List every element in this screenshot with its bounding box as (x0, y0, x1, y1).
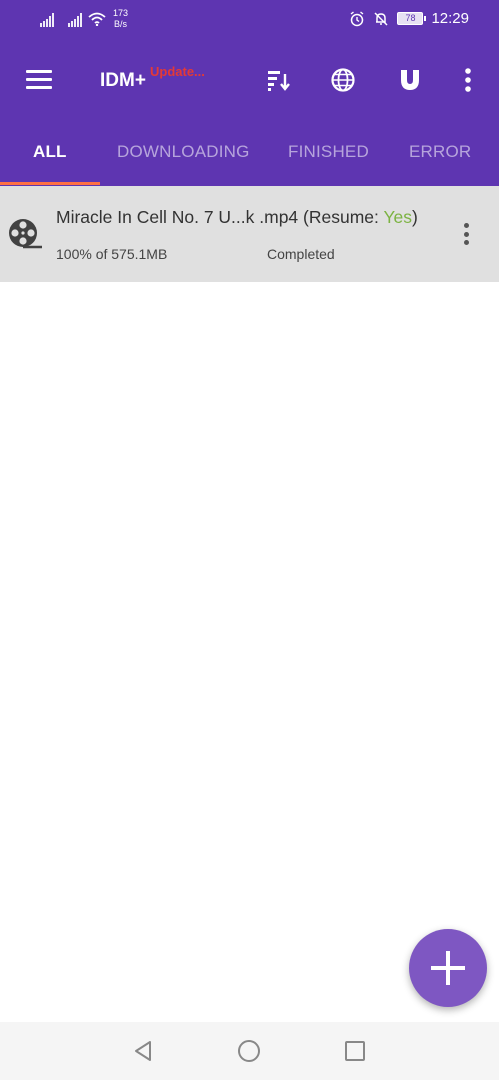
tab-error[interactable]: ERROR (409, 142, 471, 162)
app-title: IDM+ (100, 70, 146, 91)
home-icon[interactable] (238, 1040, 260, 1062)
net-speed-value: 173 (113, 8, 129, 18)
signal-icon (68, 13, 82, 27)
battery-level: 78 (405, 13, 416, 23)
alarm-icon (351, 10, 364, 26)
notifications-off-icon (374, 11, 388, 26)
sort-icon[interactable] (260, 62, 296, 98)
signal-icon (40, 13, 54, 27)
back-icon[interactable] (133, 1040, 153, 1062)
more-vert-icon[interactable] (450, 62, 486, 98)
download-status: Completed (267, 246, 335, 262)
resume-value: Yes (383, 207, 412, 227)
battery-icon: 78 (397, 12, 427, 25)
film-reel-icon (9, 219, 42, 249)
system-nav-bar (0, 1022, 499, 1080)
status-bar: 173 B/s 78 12:29 (0, 0, 499, 42)
add-download-button[interactable] (409, 929, 487, 1007)
download-item[interactable] (0, 186, 499, 282)
clock: 12:29 (431, 10, 469, 27)
wifi-icon (88, 12, 106, 26)
update-badge[interactable]: Update... (150, 64, 205, 79)
download-progress: 100% of 575.1MB (56, 246, 168, 262)
tab-downloading[interactable]: DOWNLOADING (117, 142, 250, 162)
tab-all[interactable]: ALL (33, 142, 67, 162)
menu-icon[interactable] (21, 62, 57, 98)
file-name: Miracle In Cell No. 7 U...k .mp4 (56, 207, 299, 227)
net-speed: 173 B/s (113, 8, 128, 30)
item-more-icon[interactable] (454, 220, 478, 248)
resume-close: ) (412, 207, 418, 227)
resume-label: (Resume: (303, 207, 384, 227)
recents-icon[interactable] (345, 1041, 365, 1061)
browser-icon[interactable] (325, 62, 361, 98)
download-filename: Miracle In Cell No. 7 U...k .mp4 (Resume… (56, 207, 418, 228)
tab-indicator (0, 182, 100, 185)
magnet-icon[interactable] (392, 62, 428, 98)
tab-finished[interactable]: FINISHED (288, 142, 369, 162)
net-speed-unit: B/s (114, 19, 128, 29)
